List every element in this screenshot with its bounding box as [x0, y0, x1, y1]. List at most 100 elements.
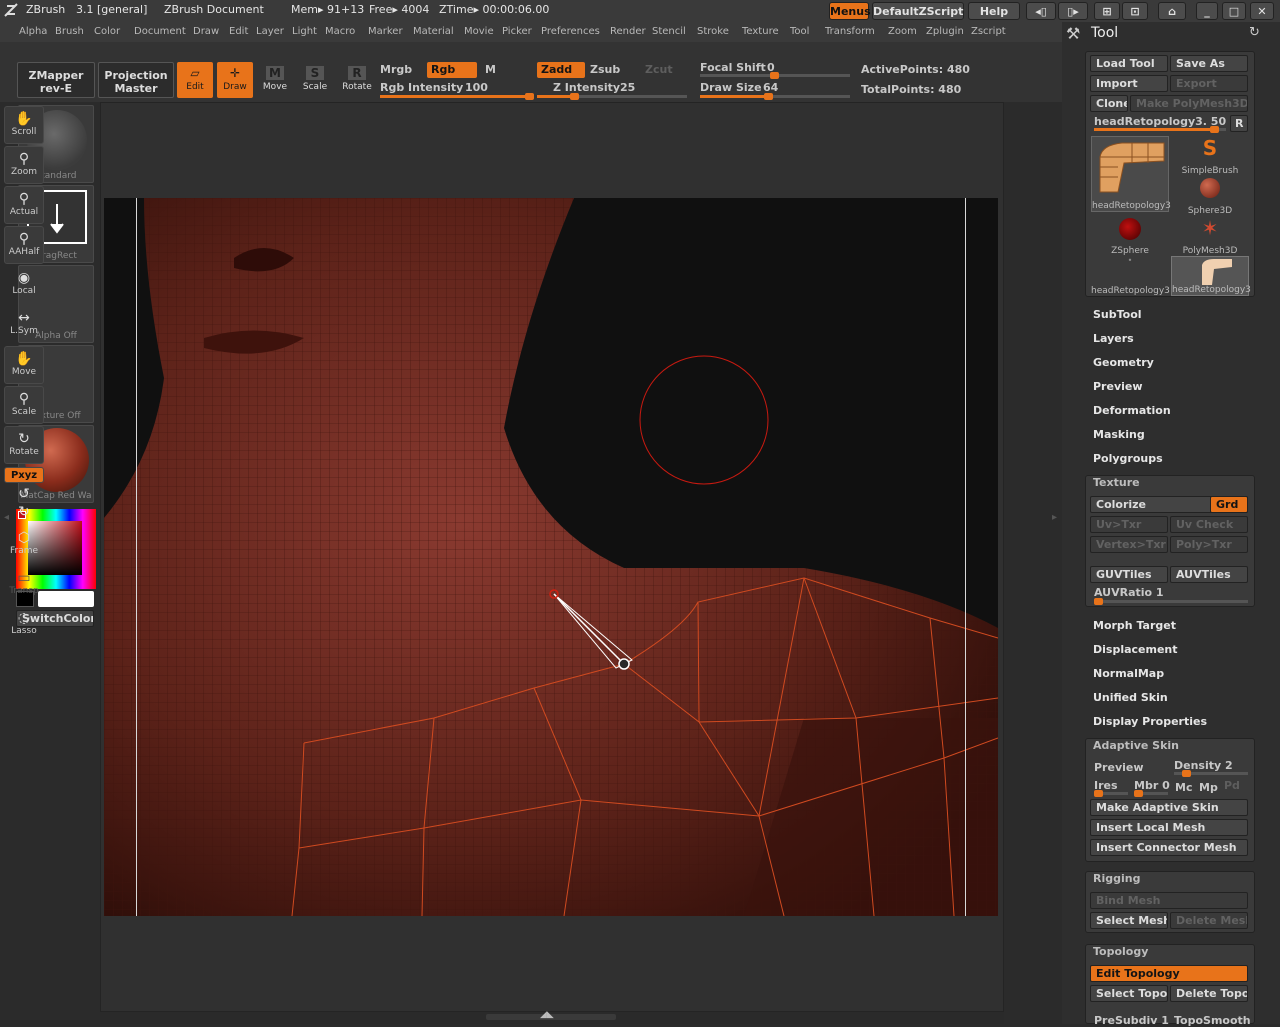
- adaptive-preview-button[interactable]: Preview: [1094, 761, 1144, 774]
- menu-macro[interactable]: Macro: [325, 26, 355, 37]
- local-button[interactable]: ◉ Local: [4, 266, 44, 304]
- layout-icon[interactable]: ⊞: [1094, 2, 1120, 20]
- uv-txr-button[interactable]: Uv>Txr: [1090, 516, 1168, 533]
- uv-check-button[interactable]: Uv Check: [1170, 516, 1248, 533]
- load-tool-button[interactable]: Load Tool: [1090, 55, 1168, 72]
- z-intensity-slider[interactable]: [537, 93, 687, 100]
- mbr-slider[interactable]: [1134, 790, 1168, 797]
- menu-preferences[interactable]: Preferences: [541, 26, 600, 37]
- rotate-view-button[interactable]: ↻ Rotate: [4, 426, 44, 464]
- bind-mesh-button[interactable]: Bind Mesh: [1090, 892, 1248, 909]
- select-topo-button[interactable]: Select Topo: [1090, 985, 1168, 1002]
- tool-thumb-headretopology-2[interactable]: • headRetopology3: [1091, 256, 1170, 296]
- pxyz-button[interactable]: Pxyz: [4, 467, 44, 483]
- vertex-txr-button[interactable]: Vertex>Txr: [1090, 536, 1168, 553]
- delete-mesh-button[interactable]: Delete Mesh: [1170, 912, 1248, 929]
- actual-button[interactable]: ⚲ Actual: [4, 186, 44, 224]
- rotate-y-icon[interactable]: ↺: [4, 486, 44, 502]
- menu-texture[interactable]: Texture: [742, 26, 779, 37]
- toposmooth-label[interactable]: TopoSmooth: [1174, 1014, 1251, 1027]
- lsym-button[interactable]: ↔ L.Sym: [4, 306, 44, 344]
- left-collapse-icon[interactable]: ◂: [4, 512, 9, 523]
- section-subtool[interactable]: SubTool: [1093, 308, 1142, 321]
- clone-button[interactable]: Clone: [1090, 95, 1128, 112]
- lasso-button[interactable]: ◌ Lasso: [4, 606, 44, 644]
- frame-button[interactable]: ⬡ Frame: [4, 526, 44, 564]
- section-polygroups[interactable]: Polygroups: [1093, 452, 1163, 465]
- auvtiles-button[interactable]: AUVTiles: [1170, 566, 1248, 583]
- make-adaptive-skin-button[interactable]: Make Adaptive Skin: [1090, 799, 1248, 816]
- move-view-button[interactable]: ✋ Move: [4, 346, 44, 384]
- refresh-icon[interactable]: ↻: [1249, 25, 1260, 40]
- r-button[interactable]: R: [1230, 115, 1248, 132]
- edit-topology-button[interactable]: Edit Topology: [1090, 965, 1248, 982]
- rotate-mode-button[interactable]: R Rotate: [339, 62, 375, 98]
- menu-edit[interactable]: Edit: [229, 26, 248, 37]
- texture-title[interactable]: Texture: [1093, 476, 1140, 489]
- menu-draw[interactable]: Draw: [193, 26, 219, 37]
- menu-document[interactable]: Document: [134, 26, 186, 37]
- edit-mode-button[interactable]: ▱ Edit: [177, 62, 213, 98]
- projection-master-button[interactable]: Projection Master: [98, 62, 174, 98]
- zmapper-button[interactable]: ZMapper rev-E: [17, 62, 95, 98]
- section-preview[interactable]: Preview: [1093, 380, 1143, 393]
- rigging-title[interactable]: Rigging: [1093, 872, 1140, 885]
- tray-toggle-icon[interactable]: ◢◣: [540, 1010, 554, 1020]
- menu-transform[interactable]: Transform: [825, 26, 875, 37]
- menu-stroke[interactable]: Stroke: [697, 26, 729, 37]
- topology-title[interactable]: Topology: [1093, 945, 1148, 958]
- draw-size-thumb[interactable]: [764, 93, 773, 100]
- select-mesh-button[interactable]: Select Mesh: [1090, 912, 1168, 929]
- auvratio-thumb[interactable]: [1094, 598, 1103, 605]
- section-morph-target[interactable]: Morph Target: [1093, 619, 1176, 632]
- right-collapse-icon[interactable]: ▸: [1052, 512, 1057, 523]
- save-as-button[interactable]: Save As: [1170, 55, 1248, 72]
- guvtiles-button[interactable]: GUVTiles: [1090, 566, 1168, 583]
- menu-stencil[interactable]: Stencil: [652, 26, 686, 37]
- focal-shift-thumb[interactable]: [770, 72, 779, 79]
- density-slider[interactable]: [1174, 770, 1248, 777]
- section-deformation[interactable]: Deformation: [1093, 404, 1171, 417]
- move-mode-button[interactable]: M Move: [257, 62, 293, 98]
- menu-movie[interactable]: Movie: [464, 26, 494, 37]
- document-canvas[interactable]: [104, 198, 998, 916]
- maximize-icon[interactable]: □: [1222, 2, 1246, 20]
- section-masking[interactable]: Masking: [1093, 428, 1145, 441]
- stroke-end-point[interactable]: [618, 658, 630, 670]
- tool-thumb-headretopology-main[interactable]: headRetopology3: [1091, 136, 1171, 212]
- grd-button[interactable]: Grd: [1210, 496, 1248, 513]
- section-normalmap[interactable]: NormalMap: [1093, 667, 1164, 680]
- insert-connector-mesh-button[interactable]: Insert Connector Mesh: [1090, 839, 1248, 856]
- menu-tool[interactable]: Tool: [790, 26, 809, 37]
- scroll-button[interactable]: ✋ Scroll: [4, 106, 44, 144]
- menu-alpha[interactable]: Alpha: [19, 26, 47, 37]
- tool-slider[interactable]: [1094, 126, 1226, 133]
- menu-marker[interactable]: Marker: [368, 26, 403, 37]
- density-thumb[interactable]: [1182, 770, 1191, 777]
- draw-size-slider[interactable]: [700, 93, 850, 100]
- rgb-button[interactable]: Rgb: [427, 62, 477, 78]
- mp-button[interactable]: Mp: [1199, 781, 1218, 794]
- ires-slider[interactable]: [1094, 790, 1128, 797]
- poly-txr-button[interactable]: Poly>Txr: [1170, 536, 1248, 553]
- scroll-right-icon[interactable]: ▯▸: [1058, 2, 1088, 20]
- menu-zscript[interactable]: Zscript: [971, 26, 1006, 37]
- help-button[interactable]: Help: [968, 2, 1020, 20]
- tool-thumb-polymesh3d[interactable]: ✶ PolyMesh3D: [1171, 216, 1249, 256]
- menu-zoom[interactable]: Zoom: [888, 26, 917, 37]
- tool-slider-thumb[interactable]: [1210, 126, 1219, 133]
- ires-thumb[interactable]: [1094, 790, 1103, 797]
- scroll-left-icon[interactable]: ◂▯: [1026, 2, 1056, 20]
- menu-light[interactable]: Light: [292, 26, 317, 37]
- close-icon[interactable]: ✕: [1250, 2, 1274, 20]
- focal-shift-slider[interactable]: [700, 72, 850, 79]
- tool-thumb-sphere3d[interactable]: Sphere3D: [1171, 176, 1249, 216]
- rgb-intensity-thumb[interactable]: [525, 93, 534, 100]
- section-display-properties[interactable]: Display Properties: [1093, 715, 1207, 728]
- zsub-button[interactable]: Zsub: [590, 63, 620, 76]
- import-button[interactable]: Import: [1090, 75, 1168, 92]
- mrgb-button[interactable]: Mrgb: [380, 63, 412, 76]
- tool-thumb-simplebrush[interactable]: S SimpleBrush: [1171, 136, 1249, 176]
- secondary-color-swatch[interactable]: [38, 591, 94, 607]
- pd-button[interactable]: Pd: [1224, 779, 1240, 792]
